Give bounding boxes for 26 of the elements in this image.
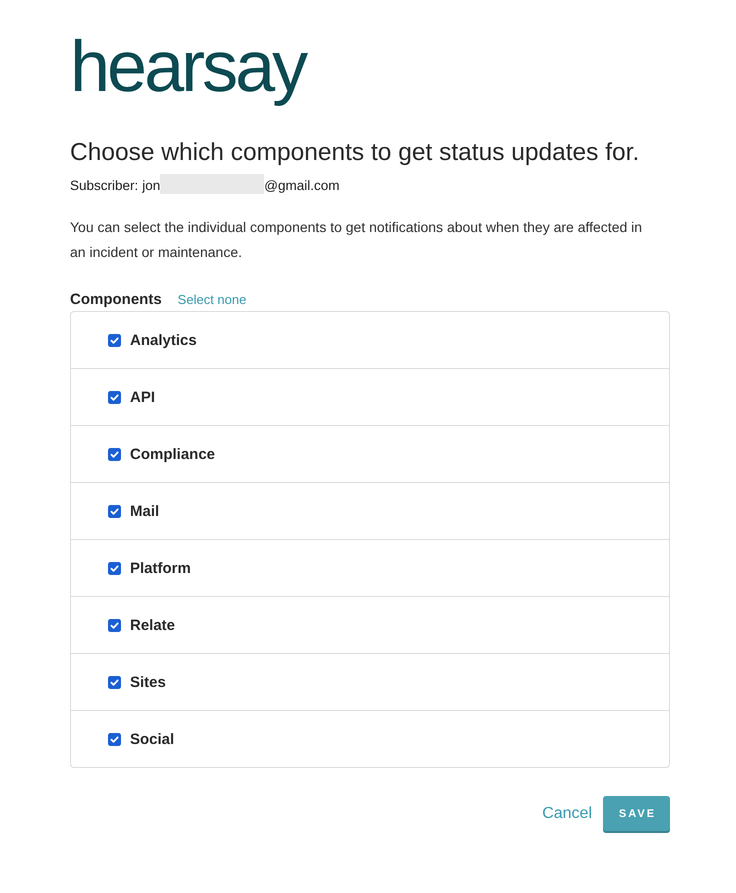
checkbox[interactable] [108,390,121,404]
checkbox[interactable] [108,618,121,632]
description-text: You can select the individual components to get notifications about when they are affected in an incident or maintenance. [70,218,644,262]
components-heading: Components [70,291,162,308]
email-text: @gmail.com [264,178,340,192]
component-label: Platform [130,560,191,576]
checkbox[interactable] [108,334,121,346]
component-label: Social [130,730,174,748]
checkbox[interactable] [108,562,121,574]
checkbox[interactable] [108,732,121,746]
select-none-link[interactable]: Select none [178,292,246,307]
email-text: jon [142,178,160,192]
component-label: Sites [130,674,166,690]
checkbox[interactable] [108,504,121,518]
component-label: Analytics [130,332,197,348]
hearsay-logo: hearsay [70,31,306,109]
checkbox[interactable] [108,676,121,688]
subscriber-label: Subscriber: [70,178,138,192]
component-label: Compliance [130,446,216,462]
save-button[interactable]: SAVE [603,796,670,831]
cancel-button[interactable]: Cancel [542,804,592,822]
checkbox[interactable] [108,448,121,460]
page-heading: Choose which components to get status updates for. [70,138,640,168]
component-label: Relate [130,616,176,634]
component-label: API [130,388,156,406]
component-label: Mail [130,502,160,520]
